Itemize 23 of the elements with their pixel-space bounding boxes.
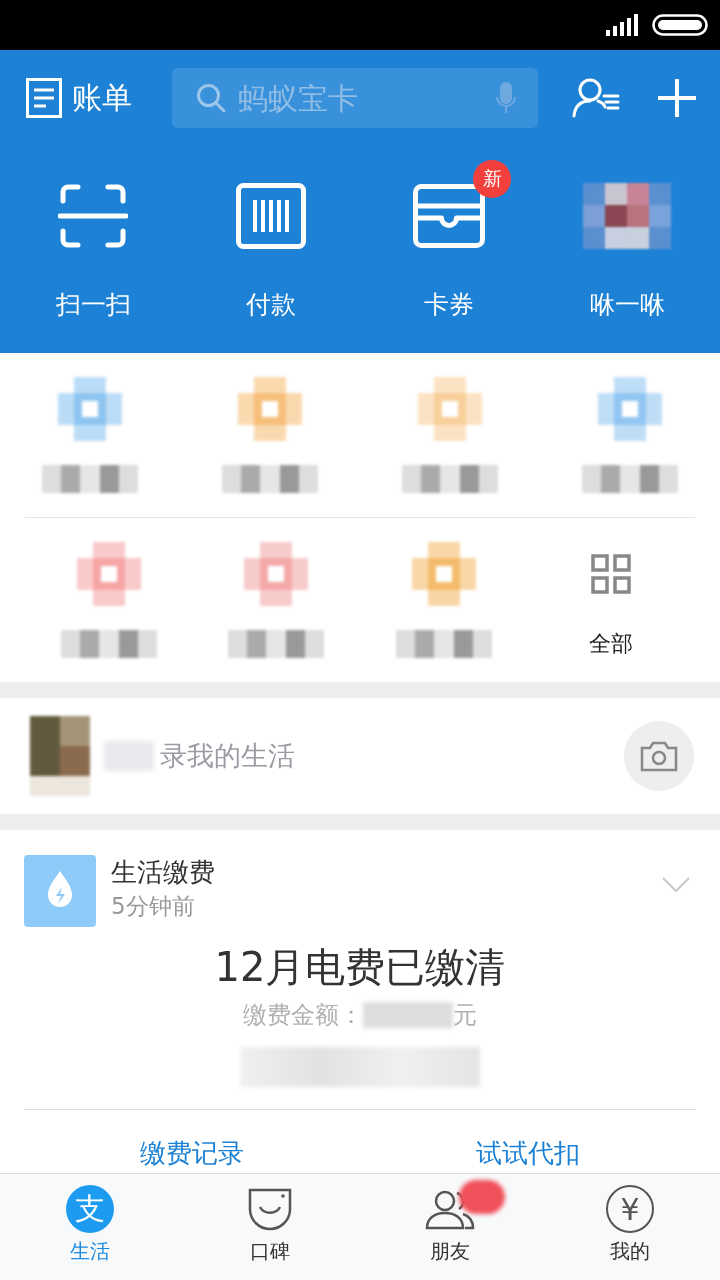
search-input[interactable]: 蚂蚁宝卡 — [238, 80, 484, 116]
post-prompt[interactable]: 录我的生活 — [160, 738, 295, 774]
new-badge: 新 — [473, 160, 511, 198]
tab[interactable]: 支 生活 — [0, 1174, 180, 1280]
tab[interactable]: 朋友 — [360, 1174, 540, 1280]
card-title: 生活缴费 — [111, 856, 215, 889]
quick-action[interactable]: 付款 — [182, 156, 360, 321]
card-time: 5分钟前 — [111, 892, 196, 921]
amount-label: 缴费金额： — [243, 1000, 363, 1031]
search-field[interactable]: 蚂蚁宝卡 — [172, 68, 538, 128]
action-link[interactable]: 缴费记录 — [140, 1136, 244, 1171]
bill-label[interactable]: 账单 — [72, 77, 132, 119]
quick-action[interactable]: 咻一咻 — [538, 156, 716, 321]
action-link[interactable]: 试试代扣 — [476, 1136, 580, 1171]
yen-icon: ¥ — [606, 1185, 654, 1233]
tab[interactable]: ¥ 我的 — [540, 1174, 720, 1280]
quick-action[interactable]: 新 卡券 — [360, 156, 538, 321]
quick-action[interactable]: 扫一扫 — [4, 156, 182, 321]
amount-unit: 元 — [453, 1000, 477, 1031]
bill-headline: 12月电费已缴清 — [213, 943, 507, 992]
tab[interactable]: 口碑 — [180, 1174, 360, 1280]
logo-icon: 支 — [66, 1185, 114, 1233]
app-shortcut[interactable]: 全部 — [527, 518, 695, 682]
